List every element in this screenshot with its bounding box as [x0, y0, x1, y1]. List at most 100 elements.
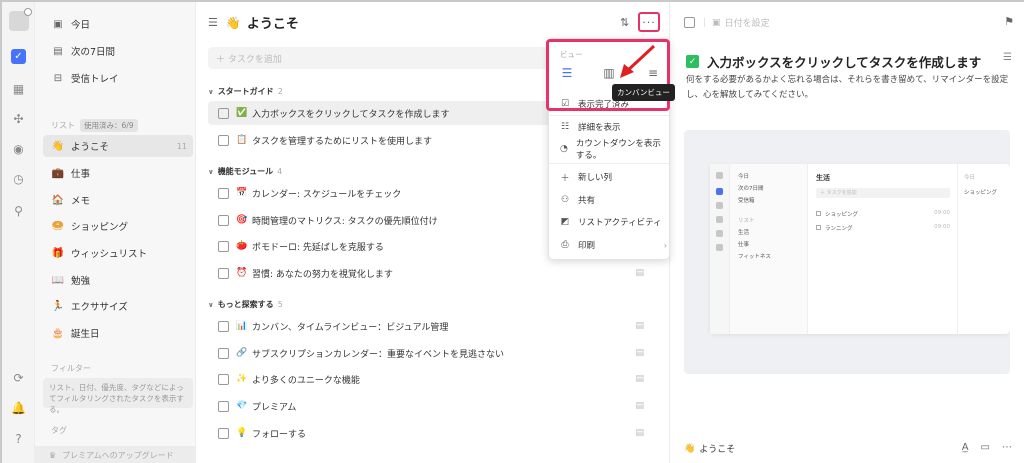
detail-description[interactable]: 何をする必要があるかよく忘れる場合は、それらを書き留めて、リマインダーを設定し、…: [686, 73, 1016, 103]
task-checkbox[interactable]: [218, 347, 229, 359]
task-checkbox[interactable]: [218, 400, 229, 412]
chevron-down-icon: ∨: [208, 300, 214, 309]
sidebar: ▣ 今日 ▤ 次の7日間 ⊟ 受信トレイ リスト 使用済み：6/9 👋 ようこそ…: [35, 2, 196, 463]
sidebar-item-inbox[interactable]: ⊟ 受信トレイ: [43, 67, 193, 89]
habit-icon[interactable]: ◷: [11, 171, 26, 186]
menu-print[interactable]: ⎙ 印刷 ›: [559, 236, 667, 254]
list-format-icon[interactable]: ☰: [1003, 52, 1012, 63]
menu-show-countdown[interactable]: ◔ カウントダウンを表示する。: [559, 139, 667, 161]
sidebar-item-next7[interactable]: ▤ 次の7日間: [43, 40, 193, 62]
task-checkbox[interactable]: [218, 320, 229, 332]
comment-icon[interactable]: ▭: [981, 442, 990, 453]
upgrade-button[interactable]: ♛ プレミアムへのアップグレード: [35, 446, 196, 463]
plus-icon: ＋: [560, 173, 570, 184]
bell-icon[interactable]: 🔔: [11, 400, 26, 415]
task-row[interactable]: ✨ より多くのユニークな機能 ▤: [208, 367, 658, 391]
sidebar-list-exercise[interactable]: 🏃 エクササイズ: [43, 295, 193, 317]
task-detail-pane: | ▣ 日付を設定 ⚑ ✓ 入力ボックスをクリックしてタスクを作成します ☰ 何…: [669, 2, 1024, 463]
task-checkbox[interactable]: [218, 240, 229, 252]
sidebar-list-memo[interactable]: 🏠 メモ: [43, 189, 193, 211]
preview-rail-icon: [716, 244, 723, 251]
preview-detail: 今日 ショッピング: [958, 164, 1010, 334]
sidebar-list-shopping[interactable]: 🥯 ショッピング: [43, 215, 193, 237]
task-checkbox[interactable]: [218, 267, 229, 279]
preview-task-row: ランニング 09:00: [816, 224, 950, 232]
list-header: ☰ 👋 ようこそ: [208, 13, 299, 33]
detail-checkbox[interactable]: [684, 17, 695, 28]
sort-icon[interactable]: ⇅: [620, 16, 629, 29]
calendar-icon[interactable]: ▦: [11, 81, 26, 96]
menu-show-details[interactable]: ☷ 詳細を表示: [559, 118, 667, 136]
task-checkbox[interactable]: [218, 214, 229, 226]
sidebar-list-welcome[interactable]: 👋 ようこそ 11: [43, 135, 193, 157]
group-header-explore[interactable]: ∨ もっと探索する 5: [208, 299, 283, 310]
task-row[interactable]: 🔗 サブスクリプションカレンダー：重要なイベントを見逃さない ▤: [208, 341, 658, 365]
link-icon: 🔗: [236, 348, 248, 358]
avatar[interactable]: [9, 8, 32, 31]
note-icon: ▤: [635, 268, 644, 278]
menu-new-column[interactable]: ＋ 新しい列: [559, 168, 667, 186]
details-icon: ☷: [560, 122, 570, 132]
group-header-start-guide[interactable]: ∨ スタートガイド 2: [208, 86, 283, 97]
lists-section-label: リスト: [51, 121, 75, 130]
calendar-icon: 📅: [236, 188, 248, 198]
sidebar-list-work[interactable]: 💼 仕事: [43, 162, 193, 184]
menu-share[interactable]: ⚇ 共有: [559, 191, 667, 209]
text-format-icon[interactable]: A̲: [962, 442, 969, 453]
sidebar-list-birthday[interactable]: 🎂 誕生日: [43, 322, 193, 344]
filters-section-label: フィルター: [51, 364, 91, 373]
task-checkbox[interactable]: [218, 107, 229, 119]
preview-sidebar-item: 受信箱: [738, 198, 755, 204]
preview-task-label: ランニング: [825, 226, 853, 232]
search-icon[interactable]: ⚲: [11, 203, 26, 218]
preview-rail-icon: [716, 230, 723, 237]
sidebar-list-wishlist[interactable]: 🎁 ウィッシュリスト: [43, 242, 193, 264]
briefcase-icon: 💼: [51, 167, 65, 179]
task-row[interactable]: 💎 プレミアム ▤: [208, 394, 658, 418]
task-row[interactable]: 💡 フォローする ▤: [208, 421, 658, 445]
task-title: カンバン、タイムラインビュー：ビジュアル管理: [252, 322, 449, 333]
pomodoro-icon[interactable]: ◉: [11, 141, 26, 156]
task-row[interactable]: ⏰ 習慣: あなたの努力を視覚化します ▤: [208, 261, 658, 285]
more-options-button[interactable]: ···: [638, 12, 660, 32]
task-row[interactable]: 📊 カンバン、タイムラインビュー：ビジュアル管理 ▤: [208, 314, 658, 338]
set-date-button[interactable]: 日付を設定: [725, 16, 770, 29]
detail-list-selector[interactable]: 👋 ようこそ: [684, 442, 735, 456]
matrix-icon[interactable]: ✣: [11, 111, 26, 126]
lists-usage-badge: 使用済み：6/9: [80, 119, 138, 132]
note-icon: ▤: [635, 321, 644, 331]
menu-item-label: 印刷: [578, 241, 596, 251]
gem-icon: 💎: [236, 401, 248, 411]
help-icon[interactable]: ?: [11, 431, 26, 446]
task-checkbox[interactable]: [218, 134, 229, 146]
task-title: カレンダー: スケジュールをチェック: [252, 189, 402, 200]
menu-divider: [549, 115, 669, 116]
crown-icon: ♛: [49, 451, 57, 460]
menu-list-activity[interactable]: ◩ リストアクティビティ: [559, 213, 667, 231]
task-checkbox[interactable]: [218, 427, 229, 439]
group-header-features[interactable]: ∨ 機能モジュール 4: [208, 166, 282, 177]
flag-icon[interactable]: ⚑: [1004, 15, 1014, 28]
sidebar-item-today[interactable]: ▣ 今日: [43, 13, 193, 35]
list-view-icon[interactable]: ☰: [558, 65, 576, 81]
detail-toolbar: | ▣ 日付を設定: [684, 16, 770, 29]
more-icon[interactable]: ⋯: [1002, 442, 1012, 453]
task-checkbox[interactable]: [218, 187, 229, 199]
share-icon: ⚇: [560, 195, 570, 205]
menu-toggle-icon[interactable]: ☰: [208, 16, 218, 29]
preview-sidebar-item: フィットネス: [738, 254, 771, 260]
preview-task-time: 09:00: [934, 210, 950, 216]
house-icon: 🏠: [51, 194, 65, 206]
check-square-icon: ☑: [560, 99, 570, 109]
menu-item-label: 詳細を表示: [578, 123, 621, 133]
sidebar-list-study[interactable]: 📖 勉強: [43, 269, 193, 291]
preview-checkbox: [816, 225, 821, 230]
sync-icon[interactable]: ⟳: [11, 370, 26, 385]
filters-hint: リスト、日付、優先度、タグなどによってフィルタリングされたタスクを表示する。: [43, 378, 193, 414]
group-count: 4: [277, 167, 283, 176]
task-checkbox[interactable]: [218, 373, 229, 385]
detail-title-text: 入力ボックスをクリックしてタスクを作成します: [707, 55, 982, 70]
detail-title[interactable]: ✓ 入力ボックスをクリックしてタスクを作成します: [686, 52, 981, 71]
tasks-icon[interactable]: ✓: [11, 49, 26, 64]
sidebar-item-label: 仕事: [71, 169, 91, 180]
